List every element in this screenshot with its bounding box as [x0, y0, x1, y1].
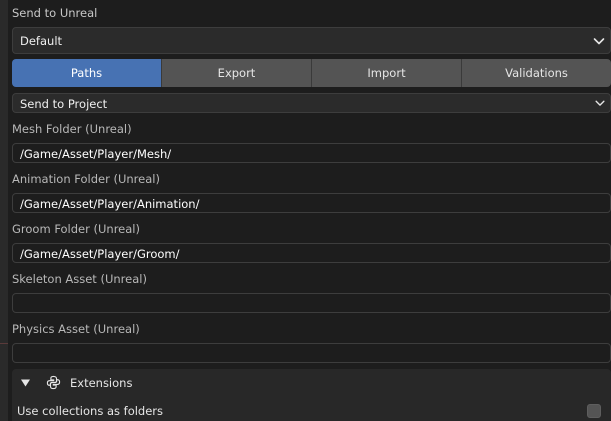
skeleton-asset-label: Skeleton Asset (Unreal)	[12, 272, 147, 286]
mesh-folder-label: Mesh Folder (Unreal)	[12, 122, 132, 136]
mesh-folder-value: /Game/Asset/Player/Mesh/	[20, 147, 172, 161]
tab-export[interactable]: Export	[162, 59, 312, 87]
send-mode-dropdown[interactable]: Send to Project	[12, 93, 611, 113]
send-to-unreal-panel: Send to Unreal Default Paths Export Impo…	[8, 0, 611, 421]
animation-folder-field[interactable]: /Game/Asset/Player/Animation/	[12, 193, 611, 213]
viewport-edge-marker	[0, 343, 8, 344]
python-icon	[46, 375, 61, 390]
viewport-edge	[0, 0, 8, 421]
send-mode-value: Send to Project	[20, 97, 108, 111]
physics-asset-label: Physics Asset (Unreal)	[12, 322, 140, 336]
tab-validations[interactable]: Validations	[462, 59, 611, 87]
triangle-down-icon	[21, 379, 30, 387]
extensions-subpanel: Extensions Use collections as folders	[12, 369, 611, 421]
groom-folder-value: /Game/Asset/Player/Groom/	[20, 247, 180, 261]
collections-option-row: Use collections as folders	[12, 401, 611, 421]
tab-paths[interactable]: Paths	[12, 59, 162, 87]
skeleton-asset-field[interactable]	[12, 293, 611, 313]
extensions-header[interactable]: Extensions	[12, 369, 611, 397]
physics-asset-field[interactable]	[12, 343, 611, 363]
extensions-title: Extensions	[70, 376, 133, 390]
mesh-folder-field[interactable]: /Game/Asset/Player/Mesh/	[12, 143, 611, 163]
animation-folder-value: /Game/Asset/Player/Animation/	[20, 197, 200, 211]
tab-import[interactable]: Import	[312, 59, 462, 87]
groom-folder-field[interactable]: /Game/Asset/Player/Groom/	[12, 243, 611, 263]
preset-value: Default	[20, 34, 63, 48]
chevron-down-icon	[593, 38, 605, 45]
panel-title: Send to Unreal	[12, 6, 98, 20]
collections-option-checkbox[interactable]	[587, 404, 601, 418]
tab-bar: Paths Export Import Validations	[12, 59, 611, 87]
chevron-down-icon	[595, 100, 605, 106]
collections-option-label: Use collections as folders	[17, 404, 164, 418]
preset-dropdown[interactable]: Default	[12, 27, 611, 54]
animation-folder-label: Animation Folder (Unreal)	[12, 172, 160, 186]
groom-folder-label: Groom Folder (Unreal)	[12, 222, 140, 236]
